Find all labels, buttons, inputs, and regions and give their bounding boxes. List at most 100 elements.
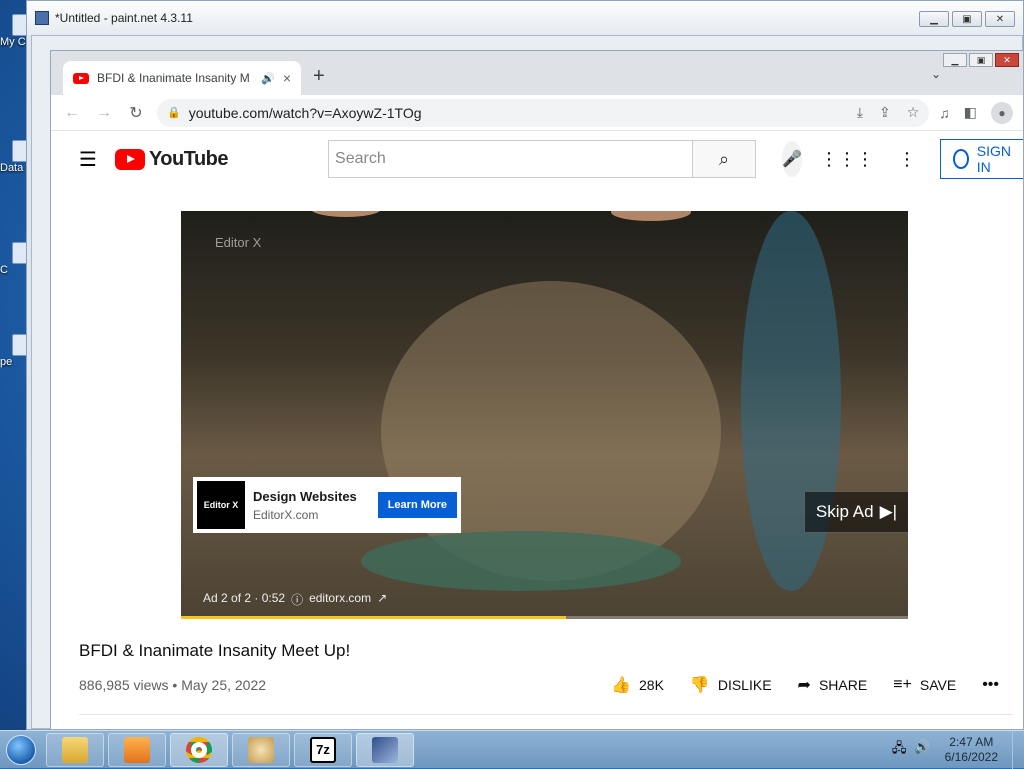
video-actions: 👍 28K 👎 DISLIKE ➦ SHARE ≡+ SAVE •••: [611, 675, 999, 695]
upload-date: May 25, 2022: [181, 677, 267, 693]
volume-icon[interactable]: 🔊: [914, 739, 930, 761]
desktop-icon-label: C: [0, 264, 8, 276]
youtube-masthead: ☰ YouTube ⌕ 🎤 ⋮⋮⋮ ⋮ SIGN IN: [51, 131, 1023, 187]
more-actions-button[interactable]: •••: [982, 676, 999, 694]
ad-progress-bar[interactable]: [181, 616, 908, 619]
folder-icon: [62, 736, 88, 763]
forward-arrow-icon[interactable]: →: [93, 104, 115, 122]
start-button[interactable]: [0, 731, 42, 769]
sign-in-label: SIGN IN: [976, 143, 1011, 175]
ad-domain: EditorX.com: [253, 507, 319, 522]
ceiling-lamp: [611, 211, 691, 221]
profile-avatar-icon[interactable]: ●: [991, 101, 1013, 124]
video-title: BFDI & Inanimate Insanity Meet Up!: [79, 641, 351, 660]
youtube-logo[interactable]: YouTube: [114, 148, 229, 171]
clock[interactable]: 2:47 AM 6/16/2022: [945, 735, 998, 765]
divider: [79, 714, 1013, 715]
address-bar[interactable]: 🔒 youtube.com/watch?v=AxoywZ-1TOg ⤓ ⇪ ☆: [157, 98, 930, 127]
desktop-icon-chrome[interactable]: C: [0, 242, 28, 276]
install-app-icon[interactable]: ⤓: [857, 104, 863, 121]
like-count: 28K: [639, 677, 664, 693]
dislike-button[interactable]: 👎 DISLIKE: [690, 675, 772, 695]
paintnet-title: *Untitled - paint.net 4.3.11: [55, 11, 193, 25]
ad-logo: Editor X: [197, 481, 245, 529]
side-panel-icon[interactable]: ◧: [964, 104, 977, 121]
tab-search-button[interactable]: ⌄: [931, 67, 941, 81]
tab-strip: BFDI & Inanimate Insanity M 🔊 × + ⌄ ▁ ▣ …: [51, 51, 1023, 95]
external-link-icon: ↗: [377, 591, 388, 605]
taskbar-7zip[interactable]: 7z: [294, 732, 352, 767]
paintnet-titlebar[interactable]: *Untitled - paint.net 4.3.11: [27, 1, 1023, 35]
media-player-icon: [124, 736, 150, 763]
cafe-table: [361, 531, 681, 591]
chrome-maximize-button[interactable]: ▣: [969, 53, 993, 67]
7zip-icon: 7z: [310, 736, 336, 763]
learn-more-button[interactable]: Learn More: [377, 492, 457, 518]
video-player[interactable]: Editor X Editor X Design Websites Editor…: [181, 211, 908, 619]
ad-link[interactable]: editorx.com: [309, 591, 371, 608]
tab-title: BFDI & Inanimate Insanity M: [97, 71, 250, 85]
taskbar-paint[interactable]: [232, 732, 290, 767]
tab-youtube[interactable]: BFDI & Inanimate Insanity M 🔊 ×: [63, 61, 301, 95]
clock-time: 2:47 AM: [949, 734, 994, 749]
skip-next-icon: ▶|: [879, 502, 898, 521]
thumbs-up-icon: 👍: [611, 677, 631, 694]
taskbar-media-player[interactable]: [108, 732, 166, 767]
new-tab-button[interactable]: +: [313, 65, 325, 88]
clock-date: 6/16/2022: [944, 749, 998, 764]
paintnet-icon: [372, 736, 398, 763]
system-tray: 🖧 🔊 2:47 AM 6/16/2022: [892, 735, 1012, 765]
youtube-play-logo-icon: [114, 148, 145, 170]
like-button[interactable]: 👍 28K: [611, 675, 664, 695]
ad-counter: Ad 2 of 2 · 0:52: [203, 591, 286, 605]
share-icon[interactable]: ⇪: [879, 104, 891, 121]
background-person: [741, 211, 841, 591]
ad-title: Design Websites: [253, 488, 357, 504]
taskbar-paintnet[interactable]: [356, 732, 414, 767]
show-desktop-button[interactable]: [1012, 730, 1024, 769]
chrome-icon: [186, 736, 212, 763]
taskbar-explorer[interactable]: [46, 732, 104, 767]
chrome-window[interactable]: BFDI & Inanimate Insanity M 🔊 × + ⌄ ▁ ▣ …: [50, 50, 1024, 730]
share-arrow-icon: ➦: [797, 677, 811, 694]
desktop-icon-computer[interactable]: My C: [0, 14, 28, 48]
search-button[interactable]: ⌕: [692, 140, 757, 178]
media-control-icon[interactable]: ♫: [939, 105, 950, 121]
desktop-icon-label: pe: [0, 356, 13, 368]
minimize-button[interactable]: ▁: [919, 11, 949, 27]
save-button[interactable]: ≡+ SAVE: [893, 676, 956, 694]
desktop-icon-pe[interactable]: pe: [0, 334, 28, 368]
video-watermark: Editor X: [215, 235, 262, 250]
share-button[interactable]: ➦ SHARE: [798, 675, 868, 695]
ceiling-lamp: [311, 211, 381, 217]
speaker-icon[interactable]: 🔊: [261, 72, 275, 85]
tab-close-button[interactable]: ×: [283, 70, 291, 86]
maximize-button[interactable]: ▣: [952, 11, 982, 27]
hamburger-menu-icon[interactable]: ☰: [79, 147, 97, 172]
search-input[interactable]: [328, 140, 693, 178]
info-icon[interactable]: ⓘ: [291, 591, 303, 608]
close-button[interactable]: ✕: [985, 11, 1015, 27]
reload-icon[interactable]: ↻: [125, 103, 147, 123]
paintnet-app-icon: [35, 11, 49, 25]
desktop-icon-data[interactable]: Data: [0, 140, 28, 174]
taskbar-chrome[interactable]: [170, 732, 228, 767]
voice-search-button[interactable]: 🎤: [782, 141, 802, 177]
taskbar: 7z 🖧 🔊 2:47 AM 6/16/2022: [0, 730, 1024, 769]
chrome-close-button[interactable]: ✕: [995, 53, 1019, 67]
ad-info: Ad 2 of 2 · 0:52 ⓘ editorx.com ↗: [203, 591, 387, 608]
skip-ad-button[interactable]: Skip Ad ▶|: [804, 491, 908, 533]
windows-logo-icon: [6, 734, 36, 765]
chrome-minimize-button[interactable]: ▁: [943, 53, 967, 67]
save-label: SAVE: [919, 677, 957, 693]
apps-grid-icon[interactable]: ⋮⋮⋮: [820, 149, 874, 170]
address-url[interactable]: youtube.com/watch?v=AxoywZ-1TOg: [189, 105, 849, 121]
more-vertical-icon[interactable]: ⋮: [898, 149, 916, 170]
sign-in-button[interactable]: SIGN IN: [939, 139, 1023, 179]
ad-card[interactable]: Editor X Design Websites EditorX.com Lea…: [193, 477, 461, 533]
back-arrow-icon[interactable]: ←: [61, 104, 83, 122]
lock-icon[interactable]: 🔒: [167, 106, 181, 119]
network-icon[interactable]: 🖧: [892, 739, 907, 761]
bookmark-star-icon[interactable]: ☆: [907, 104, 920, 121]
playlist-add-icon: ≡+: [893, 676, 912, 693]
